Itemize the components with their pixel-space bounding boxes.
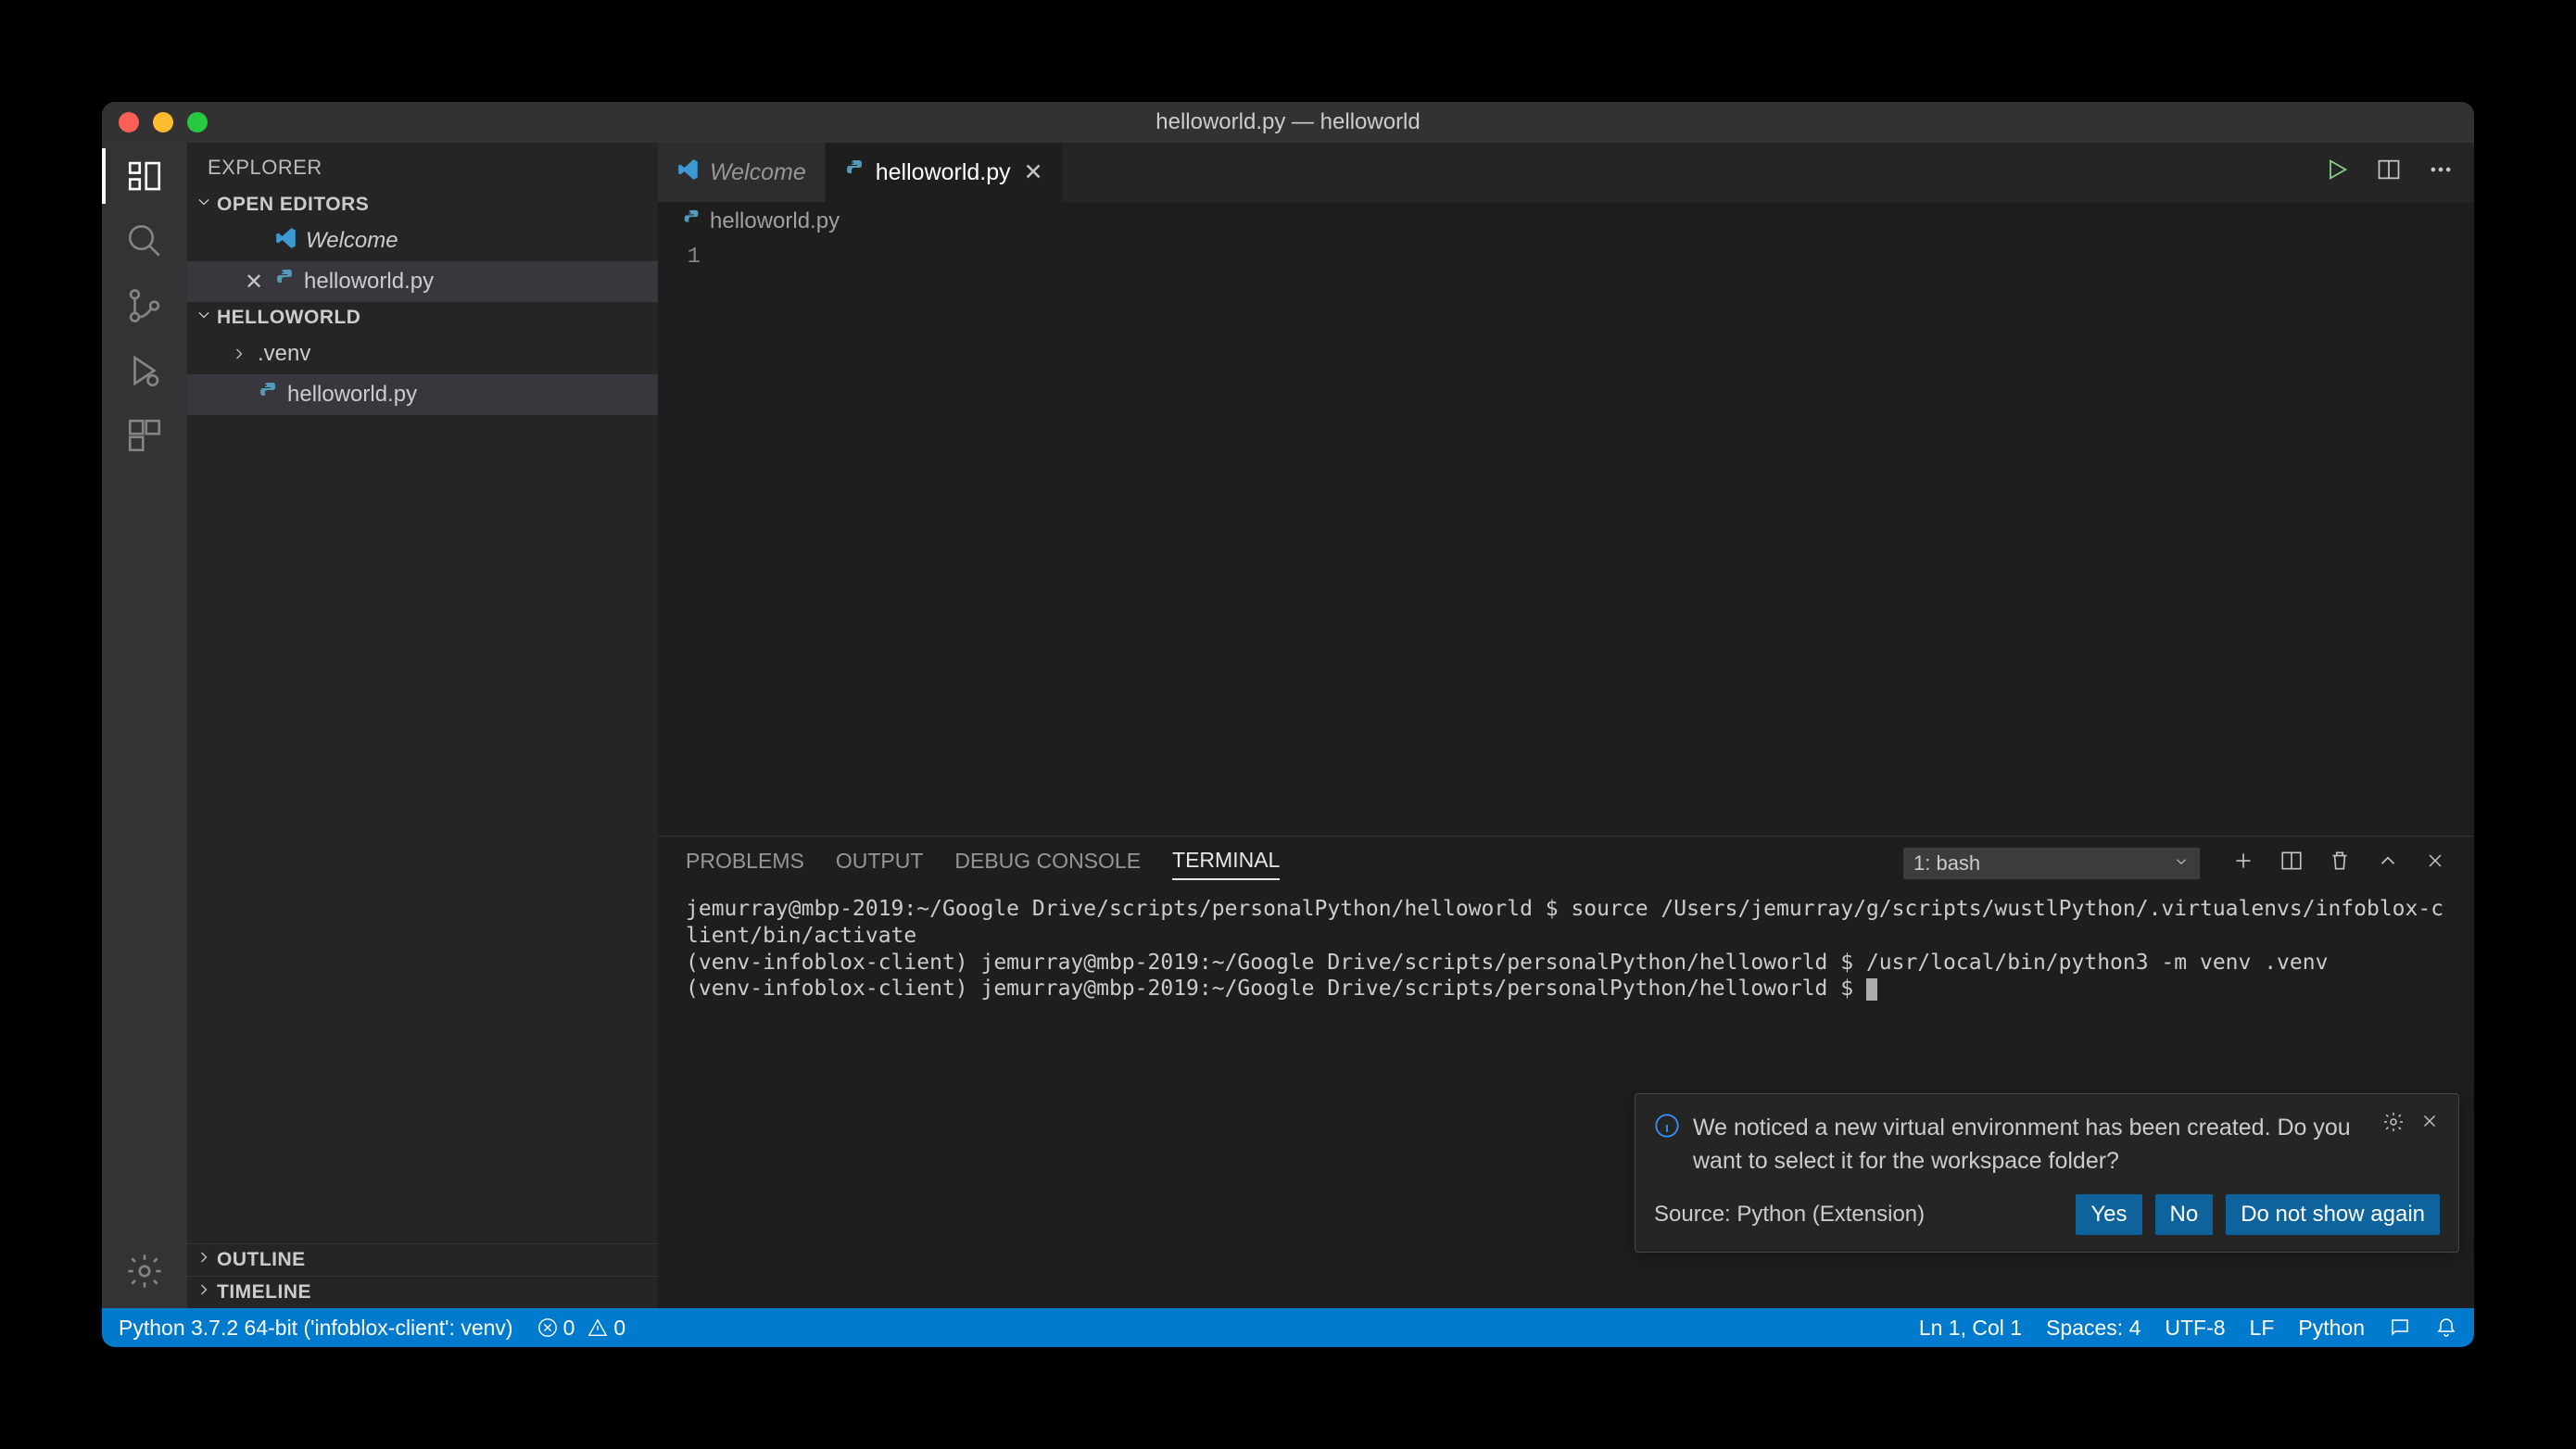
open-editor-item[interactable]: ✕ Welcome (187, 220, 658, 261)
explorer-sidebar: EXPLORER OPEN EDITORS ✕ Welcome (187, 143, 658, 1308)
problems-tab[interactable]: PROBLEMS (686, 849, 804, 879)
tab-bar: Welcome helloworld.py ✕ (658, 143, 2474, 202)
chevron-down-icon (195, 306, 213, 330)
tab-helloworld[interactable]: helloworld.py ✕ (826, 143, 1063, 202)
timeline-header[interactable]: TIMELINE (187, 1276, 658, 1308)
python-file-icon (682, 208, 702, 235)
python-file-icon (258, 381, 280, 410)
encoding-status[interactable]: UTF-8 (2165, 1316, 2225, 1341)
info-icon (1654, 1113, 1680, 1178)
window-controls (102, 112, 208, 132)
split-terminal-icon[interactable] (2279, 849, 2304, 878)
breadcrumb[interactable]: helloworld.py (658, 202, 2474, 241)
close-icon[interactable] (2419, 1111, 2440, 1178)
search-activity[interactable] (122, 219, 167, 263)
close-window-button[interactable] (119, 112, 139, 132)
open-editors-header[interactable]: OPEN EDITORS (187, 189, 658, 220)
sidebar-title: EXPLORER (187, 143, 658, 189)
editor-group: Welcome helloworld.py ✕ (658, 143, 2474, 1308)
close-panel-icon[interactable] (2424, 850, 2446, 877)
chevron-right-icon (195, 1280, 213, 1304)
explorer-activity[interactable] (122, 154, 167, 198)
split-editor-icon[interactable] (2376, 157, 2402, 189)
yes-button[interactable]: Yes (2076, 1194, 2141, 1235)
python-interpreter-status[interactable]: Python 3.7.2 64-bit ('infoblox-client': … (119, 1316, 513, 1341)
folder-item[interactable]: .venv (187, 334, 658, 374)
no-button[interactable]: No (2155, 1194, 2214, 1235)
notification-source: Source: Python (Extension) (1654, 1202, 1925, 1228)
notification-toast: We noticed a new virtual environment has… (1635, 1093, 2459, 1254)
vscode-icon (676, 158, 701, 188)
chevron-down-icon (2173, 851, 2190, 876)
language-mode-status[interactable]: Python (2298, 1316, 2365, 1341)
output-tab[interactable]: OUTPUT (836, 849, 924, 879)
activity-bar (102, 143, 187, 1308)
maximize-panel-icon[interactable] (2376, 849, 2400, 878)
file-item[interactable]: helloworld.py (187, 374, 658, 415)
tab-welcome[interactable]: Welcome (658, 143, 826, 202)
status-bar: Python 3.7.2 64-bit ('infoblox-client': … (102, 1308, 2474, 1347)
close-tab-icon[interactable]: ✕ (1024, 158, 1043, 186)
text-editor[interactable]: 1 (658, 241, 2474, 836)
minimize-window-button[interactable] (153, 112, 173, 132)
indentation-status[interactable]: Spaces: 4 (2046, 1316, 2140, 1341)
open-editor-item[interactable]: ✕ helloworld.py (187, 261, 658, 302)
panel-tabs: PROBLEMS OUTPUT DEBUG CONSOLE TERMINAL 1… (658, 837, 2474, 890)
window-title: helloworld.py — helloworld (1155, 109, 1420, 135)
run-icon[interactable] (2324, 157, 2350, 189)
settings-activity[interactable] (122, 1249, 167, 1293)
workbench-body: EXPLORER OPEN EDITORS ✕ Welcome (102, 143, 2474, 1308)
vscode-window: helloworld.py — helloworld (102, 102, 2474, 1347)
run-debug-activity[interactable] (122, 348, 167, 393)
eol-status[interactable]: LF (2250, 1316, 2275, 1341)
workspace-header[interactable]: HELLOWORLD (187, 302, 658, 334)
editor-actions (2324, 143, 2474, 202)
cursor-position-status[interactable]: Ln 1, Col 1 (1919, 1316, 2022, 1341)
terminal-toolbar (2231, 849, 2446, 878)
notification-message: We noticed a new virtual environment has… (1693, 1111, 2369, 1178)
kill-terminal-icon[interactable] (2328, 849, 2352, 878)
vscode-icon (274, 226, 298, 257)
open-editors-list: ✕ Welcome ✕ helloworld.py (187, 220, 658, 302)
terminal-tab[interactable]: TERMINAL (1172, 848, 1280, 880)
source-control-activity[interactable] (122, 284, 167, 328)
maximize-window-button[interactable] (187, 112, 208, 132)
titlebar: helloworld.py — helloworld (102, 102, 2474, 143)
chevron-down-icon (195, 193, 213, 217)
more-actions-icon[interactable] (2428, 157, 2454, 189)
problems-status[interactable]: 0 0 (537, 1316, 626, 1341)
gear-icon[interactable] (2382, 1111, 2405, 1178)
line-numbers: 1 (658, 241, 719, 836)
terminal-selector[interactable]: 1: bash (1903, 848, 2200, 879)
notifications-icon[interactable] (2435, 1317, 2457, 1339)
python-file-icon (844, 158, 866, 187)
close-icon[interactable]: ✕ (241, 269, 267, 296)
workspace-tree: .venv helloworld.py (187, 334, 658, 415)
chevron-right-icon (228, 345, 250, 363)
new-terminal-icon[interactable] (2231, 849, 2255, 878)
terminal-cursor (1866, 978, 1877, 1001)
dont-show-button[interactable]: Do not show again (2226, 1194, 2440, 1235)
extensions-activity[interactable] (122, 413, 167, 458)
chevron-right-icon (195, 1248, 213, 1272)
feedback-icon[interactable] (2389, 1317, 2411, 1339)
outline-header[interactable]: OUTLINE (187, 1243, 658, 1276)
code-content[interactable] (719, 241, 2474, 836)
debug-console-tab[interactable]: DEBUG CONSOLE (954, 849, 1141, 879)
python-file-icon (274, 268, 297, 296)
